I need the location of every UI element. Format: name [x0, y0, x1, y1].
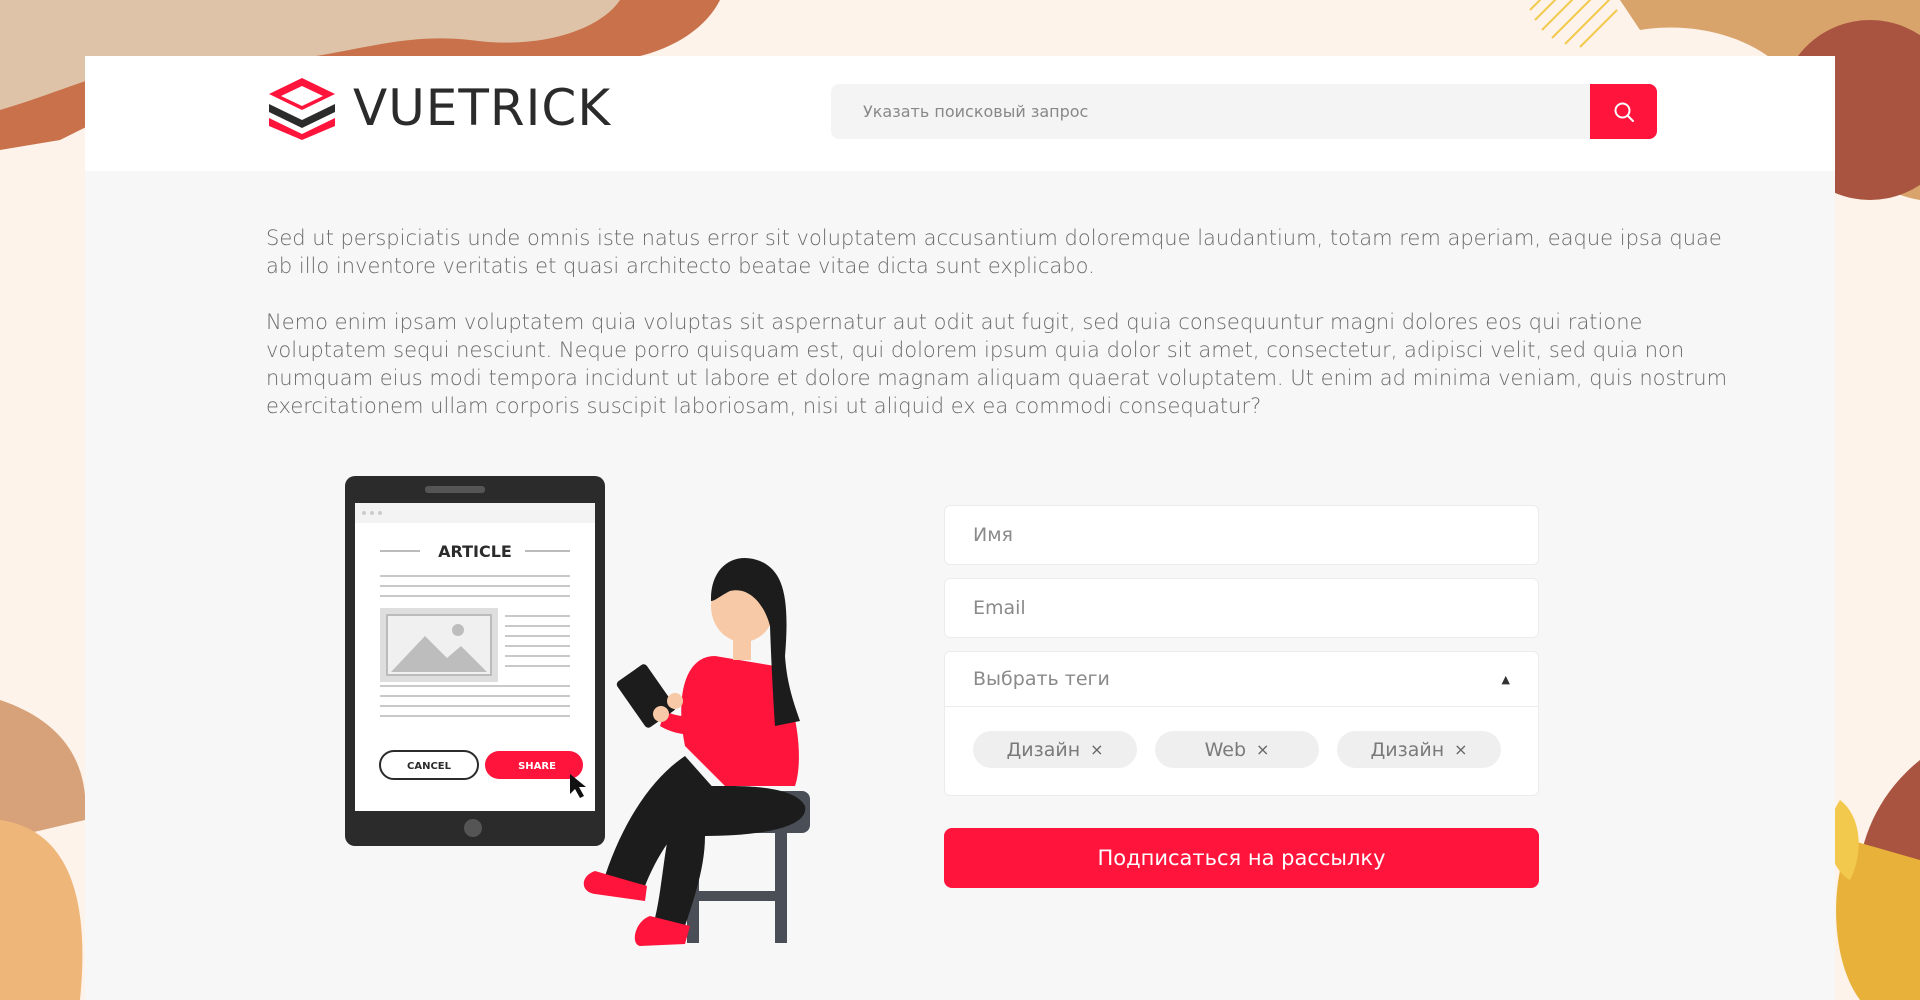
tag-chip: Дизайн ×: [1337, 731, 1501, 768]
dropdown-arrow-icon: ▲: [1501, 672, 1510, 686]
search-input[interactable]: [831, 84, 1590, 139]
logo-mark-icon: [269, 78, 335, 140]
tags-select-toggle[interactable]: Выбрать теги ▲: [945, 652, 1538, 707]
tag-label: Дизайн: [1370, 738, 1445, 761]
subscribe-button[interactable]: Подписаться на рассылку: [944, 828, 1539, 888]
subscribe-form: Выбрать теги ▲ Дизайн × Web × Дизайн × П…: [944, 505, 1539, 888]
search-button[interactable]: [1590, 84, 1657, 139]
email-field[interactable]: [944, 578, 1539, 638]
tag-remove-icon[interactable]: ×: [1256, 740, 1269, 759]
paragraph: Sed ut perspiciatis unde omnis iste natu…: [266, 226, 1722, 278]
article-title: ARTICLE: [438, 542, 512, 561]
logo-text: VUETRICK: [353, 79, 612, 137]
cancel-label: CANCEL: [407, 761, 452, 772]
page-card: VUETRICK Sed ut perspiciatis unde omnis …: [85, 56, 1835, 1000]
search-bar: [831, 84, 1657, 139]
site-header: VUETRICK: [85, 56, 1835, 171]
illustration: ARTICLE CANCEL SHARE: [345, 476, 810, 946]
paragraph: Nemo enim ipsam voluptatem quia voluptas…: [266, 310, 1728, 418]
tag-label: Web: [1204, 738, 1247, 761]
logo[interactable]: VUETRICK: [265, 76, 611, 140]
tag-remove-icon[interactable]: ×: [1454, 740, 1467, 759]
tags-select: Выбрать теги ▲ Дизайн × Web × Дизайн ×: [944, 651, 1539, 796]
tag-chip: Дизайн ×: [973, 731, 1137, 768]
selected-tags: Дизайн × Web × Дизайн ×: [945, 707, 1538, 768]
name-field[interactable]: [944, 505, 1539, 565]
article-text: Sed ut perspiciatis unde omnis iste natu…: [266, 224, 1736, 448]
tags-select-placeholder: Выбрать теги: [973, 668, 1110, 690]
tag-chip: Web ×: [1155, 731, 1319, 768]
search-icon: [1614, 102, 1634, 122]
tag-label: Дизайн: [1006, 738, 1081, 761]
share-label: SHARE: [518, 761, 556, 772]
tag-remove-icon[interactable]: ×: [1090, 740, 1103, 759]
